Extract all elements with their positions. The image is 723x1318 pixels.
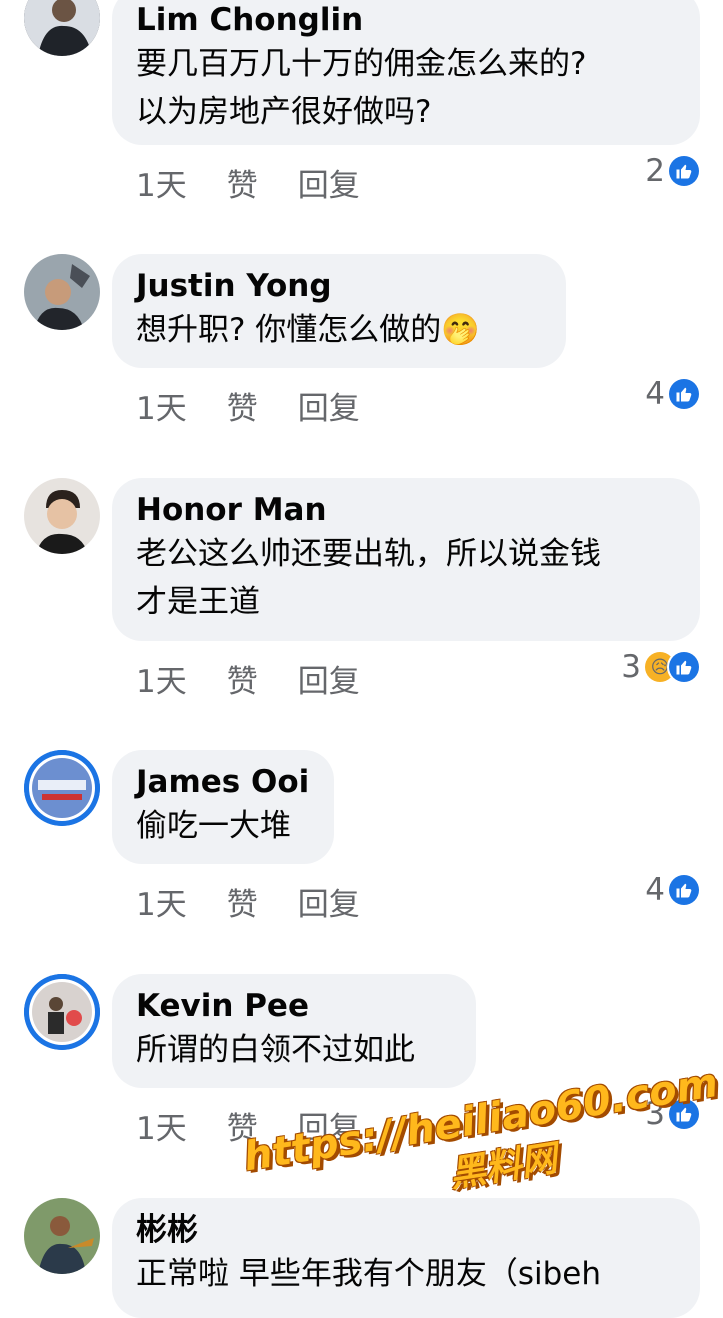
comment-bubble: 彬彬 正常啦 早些年我有个朋友（sibeh	[112, 1198, 700, 1318]
avatar[interactable]	[24, 1198, 100, 1274]
commenter-name[interactable]: 彬彬	[136, 1210, 676, 1250]
avatar[interactable]	[24, 974, 100, 1050]
comment-actions: 1天 赞 回复	[136, 656, 400, 701]
comment-bubble: Lim Chonglin 要几百万几十万的佣金怎么来的? 以为房地产很好做吗?	[112, 0, 700, 145]
reaction-summary[interactable]: 4	[645, 376, 699, 412]
reply-button[interactable]: 回复	[298, 1103, 360, 1148]
thumbs-up-icon	[669, 652, 699, 682]
thumbs-up-icon	[669, 156, 699, 186]
thumbs-up-icon	[669, 379, 699, 409]
reaction-count: 3	[645, 1096, 665, 1132]
reaction-count: 2	[645, 153, 665, 189]
thumbs-up-icon	[669, 875, 699, 905]
avatar[interactable]	[24, 750, 100, 826]
like-button[interactable]: 赞	[227, 1103, 258, 1148]
commenter-name[interactable]: Honor Man	[136, 490, 676, 530]
comment-bubble: Honor Man 老公这么帅还要出轨，所以说金钱 才是王道	[112, 478, 700, 641]
commenter-name[interactable]: Kevin Pee	[136, 986, 452, 1026]
avatar[interactable]	[24, 0, 100, 56]
reply-button[interactable]: 回复	[298, 160, 360, 205]
like-button[interactable]: 赞	[227, 383, 258, 428]
avatar[interactable]	[24, 478, 100, 554]
comment-bubble: James Ooi 偷吃一大堆	[112, 750, 334, 864]
comment-text: 想升职? 你懂怎么做的🤭	[136, 312, 480, 348]
reply-button[interactable]: 回复	[298, 879, 360, 924]
reaction-count: 4	[645, 872, 665, 908]
like-button[interactable]: 赞	[227, 879, 258, 924]
reaction-count: 4	[645, 376, 665, 412]
comment-text: 老公这么帅还要出轨，所以说金钱 才是王道	[136, 536, 601, 620]
comment-text: 所谓的白领不过如此	[136, 1032, 415, 1068]
comment-time: 1天	[136, 664, 187, 700]
comment-time: 1天	[136, 887, 187, 923]
commenter-name[interactable]: James Ooi	[136, 762, 310, 802]
like-button[interactable]: 赞	[227, 656, 258, 701]
comment-text: 偷吃一大堆	[136, 808, 291, 844]
comment-actions: 1天 赞 回复	[136, 1103, 400, 1148]
comment-text: 要几百万几十万的佣金怎么来的? 以为房地产很好做吗?	[136, 46, 587, 130]
commenter-name[interactable]: Lim Chonglin	[136, 0, 676, 40]
reaction-summary[interactable]: 4	[645, 872, 699, 908]
reply-button[interactable]: 回复	[298, 656, 360, 701]
reaction-summary[interactable]: 2	[645, 153, 699, 189]
like-button[interactable]: 赞	[227, 160, 258, 205]
comment-actions: 1天 赞 回复	[136, 383, 400, 428]
comment-bubble: Kevin Pee 所谓的白领不过如此	[112, 974, 476, 1088]
comment-time: 1天	[136, 1111, 187, 1147]
commenter-name[interactable]: Justin Yong	[136, 266, 542, 306]
reaction-count: 3	[621, 649, 641, 685]
comment-actions: 1天 赞 回复	[136, 160, 400, 205]
avatar[interactable]	[24, 254, 100, 330]
comment-time: 1天	[136, 391, 187, 427]
comment-actions: 1天 赞 回复	[136, 879, 400, 924]
reaction-summary[interactable]: 3	[645, 1096, 699, 1132]
comment-text: 正常啦 早些年我有个朋友（sibeh	[136, 1256, 602, 1292]
comment-bubble: Justin Yong 想升职? 你懂怎么做的🤭	[112, 254, 566, 368]
comment-time: 1天	[136, 168, 187, 204]
reaction-summary[interactable]: 3 😥	[621, 649, 699, 685]
reply-button[interactable]: 回复	[298, 383, 360, 428]
thumbs-up-icon	[669, 1099, 699, 1129]
